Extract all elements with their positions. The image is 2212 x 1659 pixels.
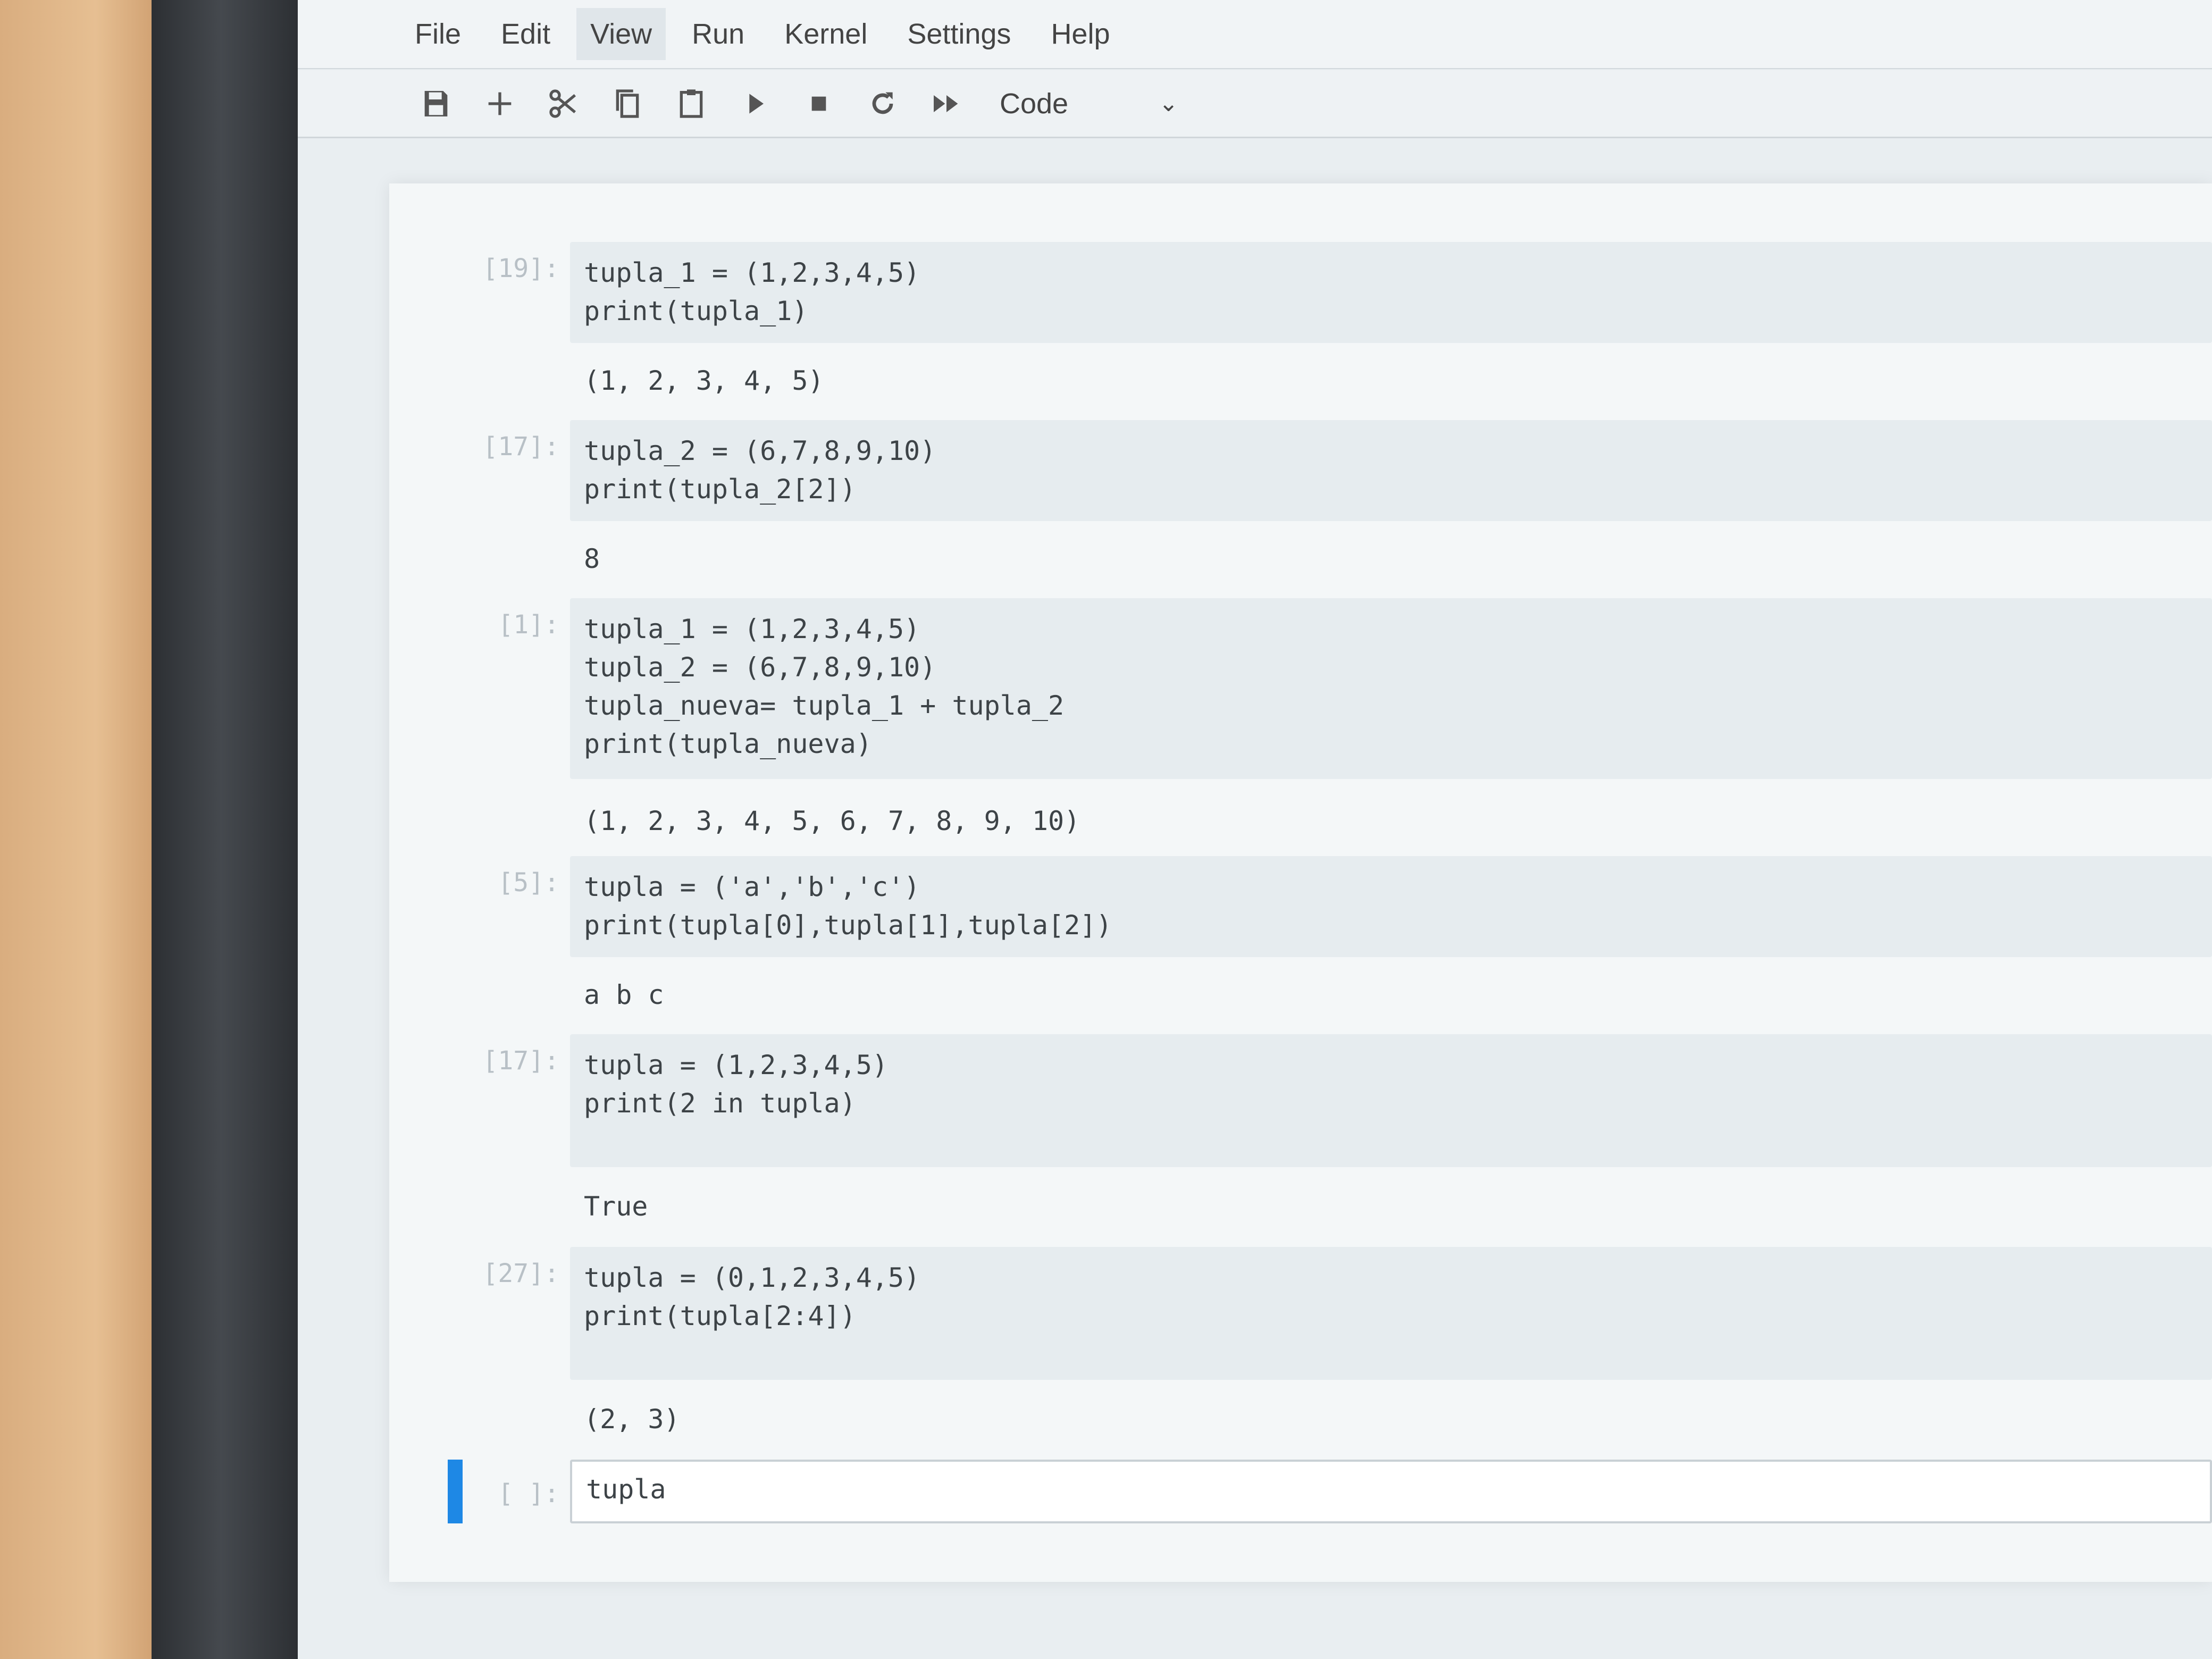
code-editor[interactable]: tupla = ('a','b','c') print(tupla[0],tup…: [570, 856, 2212, 957]
cell-output: (2, 3): [584, 1404, 680, 1435]
code-line: print(tupla[2:4]): [584, 1301, 856, 1331]
add-cell-button[interactable]: [468, 72, 532, 136]
restart-icon: [872, 92, 893, 114]
copy-icon: [616, 89, 639, 118]
code-line: print(tupla[0],tupla[1],tupla[2]): [584, 910, 1112, 941]
background-wall: [0, 0, 160, 1659]
code-line: print(tupla_1): [584, 296, 808, 326]
cut-button[interactable]: [532, 72, 596, 136]
paste-icon: [680, 89, 703, 118]
paste-button[interactable]: [659, 72, 723, 136]
execution-prompt: [ ]:: [498, 1479, 559, 1509]
code-line: tupla = ('a','b','c'): [584, 872, 920, 902]
cell-output: 8: [584, 543, 600, 574]
code-editor[interactable]: tupla_2 = (6,7,8,9,10) print(tupla_2[2]): [570, 420, 2212, 521]
monitor-bezel: [152, 0, 306, 1659]
code-line: print(tupla_nueva): [584, 728, 872, 759]
code-editor[interactable]: tupla_1 = (1,2,3,4,5) tupla_2 = (6,7,8,9…: [570, 598, 2212, 779]
code-line: print(2 in tupla): [584, 1088, 856, 1119]
code-line: tupla = (1,2,3,4,5): [584, 1050, 888, 1080]
notebook-toolbar: Code ⌄: [298, 70, 2212, 138]
execution-prompt: [27]:: [482, 1259, 560, 1288]
menu-edit[interactable]: Edit: [501, 18, 550, 51]
menu-help[interactable]: Help: [1051, 18, 1110, 51]
execution-prompt: [1]:: [498, 610, 559, 640]
jupyterlab-window: File Edit View Run Kernel Settings Help: [298, 0, 2212, 1659]
code-editor[interactable]: tupla = (0,1,2,3,4,5) print(tupla[2:4]): [570, 1247, 2212, 1380]
fast-forward-button[interactable]: [915, 72, 978, 136]
cell-output: True: [584, 1191, 648, 1222]
cut-icon: [549, 89, 576, 118]
add-cell-icon: [488, 92, 512, 115]
copy-button[interactable]: [596, 72, 659, 136]
run-icon: [749, 93, 764, 114]
cell-type-select[interactable]: Code ⌄: [1000, 87, 1178, 120]
menu-view[interactable]: View: [576, 8, 666, 60]
menu-run[interactable]: Run: [692, 18, 744, 51]
run-button[interactable]: [723, 72, 787, 136]
code-line: tupla: [586, 1474, 666, 1505]
save-icon: [424, 90, 448, 116]
code-line: print(tupla_2[2]): [584, 474, 856, 505]
code-editor[interactable]: tupla = (1,2,3,4,5) print(2 in tupla): [570, 1034, 2212, 1167]
execution-prompt: [19]:: [482, 254, 560, 283]
notebook-panel: [19]: tupla_1 = (1,2,3,4,5) print(tupla_…: [389, 183, 2212, 1582]
menu-file[interactable]: File: [415, 18, 461, 51]
code-editor[interactable]: tupla_1 = (1,2,3,4,5) print(tupla_1): [570, 242, 2212, 343]
execution-prompt: [5]:: [498, 868, 559, 898]
save-button[interactable]: [404, 72, 468, 136]
fast-forward-icon: [934, 95, 958, 112]
code-line: tupla_2 = (6,7,8,9,10): [584, 435, 936, 466]
code-editor[interactable]: tupla: [570, 1460, 2212, 1523]
code-line: tupla_1 = (1,2,3,4,5): [584, 614, 920, 644]
menu-kernel[interactable]: Kernel: [784, 18, 867, 51]
menu-bar: File Edit View Run Kernel Settings Help: [298, 0, 2212, 69]
execution-prompt: [17]:: [482, 432, 560, 462]
stop-icon: [811, 96, 826, 111]
execution-prompt: [17]:: [482, 1046, 560, 1076]
cell-type-label: Code: [1000, 87, 1069, 120]
cell-output: a b c: [584, 979, 664, 1010]
stop-button[interactable]: [787, 72, 851, 136]
cell-output: (1, 2, 3, 4, 5): [584, 365, 824, 396]
code-line: tupla = (0,1,2,3,4,5): [584, 1262, 920, 1293]
cell-output: (1, 2, 3, 4, 5, 6, 7, 8, 9, 10): [584, 806, 1080, 836]
code-line: tupla_2 = (6,7,8,9,10): [584, 652, 936, 683]
restart-button[interactable]: [851, 72, 915, 136]
code-line: tupla_nueva= tupla_1 + tupla_2: [584, 690, 1065, 721]
code-line: tupla_1 = (1,2,3,4,5): [584, 257, 920, 288]
chevron-down-icon: ⌄: [1159, 90, 1178, 116]
menu-settings[interactable]: Settings: [907, 18, 1011, 51]
